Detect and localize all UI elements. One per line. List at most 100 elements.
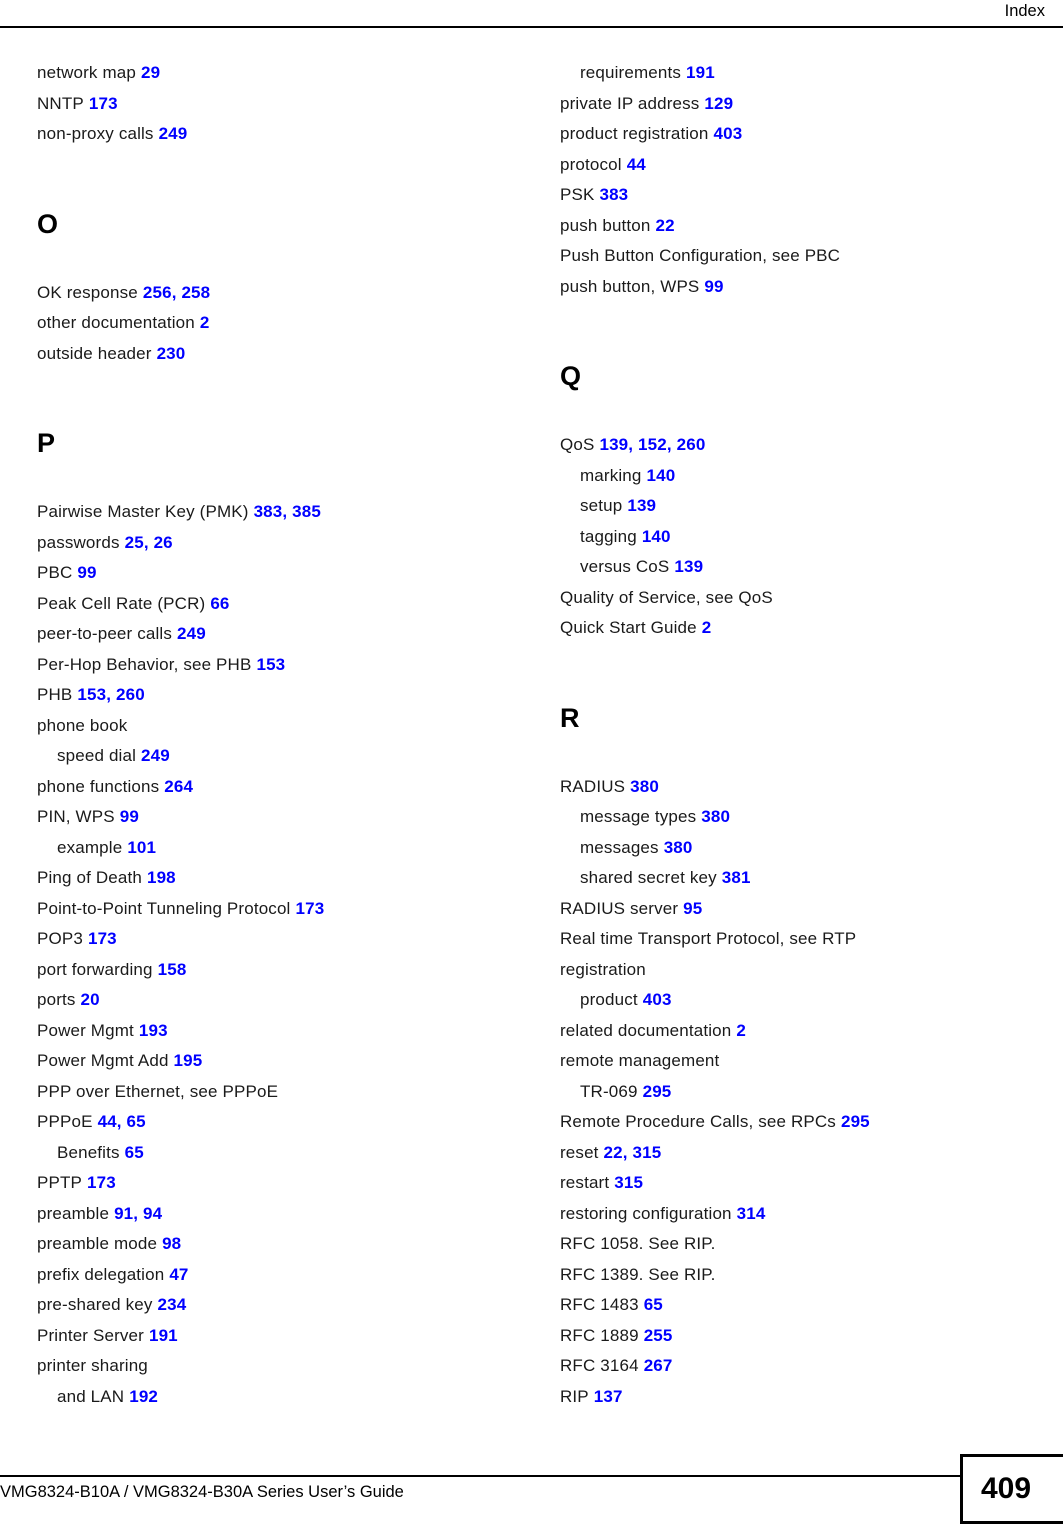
page-reference[interactable]: 385 bbox=[292, 502, 321, 521]
page-reference[interactable]: 191 bbox=[686, 63, 715, 82]
page-reference[interactable]: 264 bbox=[164, 777, 193, 796]
page-reference[interactable]: 255 bbox=[644, 1326, 673, 1345]
index-entry-pages[interactable]: 295 bbox=[643, 1082, 672, 1101]
index-entry-pages[interactable]: 44, 65 bbox=[98, 1112, 146, 1131]
page-reference[interactable]: 65 bbox=[644, 1295, 663, 1314]
page-reference[interactable]: 153 bbox=[77, 685, 106, 704]
page-reference[interactable]: 101 bbox=[127, 838, 156, 857]
index-entry-pages[interactable]: 380 bbox=[701, 807, 730, 826]
page-reference[interactable]: 230 bbox=[157, 344, 186, 363]
page-reference[interactable]: 99 bbox=[77, 563, 96, 582]
page-reference[interactable]: 260 bbox=[116, 685, 145, 704]
index-entry-pages[interactable]: 65 bbox=[644, 1295, 663, 1314]
page-reference[interactable]: 140 bbox=[642, 527, 671, 546]
index-entry-pages[interactable]: 256, 258 bbox=[143, 283, 210, 302]
index-entry-pages[interactable]: 139 bbox=[674, 557, 703, 576]
page-reference[interactable]: 383 bbox=[254, 502, 283, 521]
page-reference[interactable]: 295 bbox=[643, 1082, 672, 1101]
index-entry-pages[interactable]: 22, 315 bbox=[604, 1143, 662, 1162]
index-entry-pages[interactable]: 295 bbox=[841, 1112, 870, 1131]
page-reference[interactable]: 47 bbox=[169, 1265, 188, 1284]
page-reference[interactable]: 234 bbox=[158, 1295, 187, 1314]
index-entry-pages[interactable]: 140 bbox=[647, 466, 676, 485]
page-reference[interactable]: 22 bbox=[604, 1143, 623, 1162]
index-entry-pages[interactable]: 2 bbox=[702, 618, 712, 637]
index-entry-pages[interactable]: 91, 94 bbox=[114, 1204, 162, 1223]
index-entry-pages[interactable]: 47 bbox=[169, 1265, 188, 1284]
index-entry-pages[interactable]: 2 bbox=[200, 313, 210, 332]
page-reference[interactable]: 173 bbox=[295, 899, 324, 918]
index-entry-pages[interactable]: 95 bbox=[683, 899, 702, 918]
index-entry-pages[interactable]: 139 bbox=[627, 496, 656, 515]
page-reference[interactable]: 152 bbox=[638, 435, 667, 454]
page-reference[interactable]: 380 bbox=[701, 807, 730, 826]
index-entry-pages[interactable]: 101 bbox=[127, 838, 156, 857]
page-reference[interactable]: 94 bbox=[143, 1204, 162, 1223]
page-reference[interactable]: 20 bbox=[81, 990, 100, 1009]
index-entry-pages[interactable]: 153, 260 bbox=[77, 685, 144, 704]
index-entry-pages[interactable]: 99 bbox=[77, 563, 96, 582]
index-entry-pages[interactable]: 2 bbox=[736, 1021, 746, 1040]
page-reference[interactable]: 198 bbox=[147, 868, 176, 887]
index-entry-pages[interactable]: 66 bbox=[210, 594, 229, 613]
index-entry-pages[interactable]: 20 bbox=[81, 990, 100, 1009]
index-entry-pages[interactable]: 140 bbox=[642, 527, 671, 546]
index-entry-pages[interactable]: 264 bbox=[164, 777, 193, 796]
index-entry-pages[interactable]: 173 bbox=[88, 929, 117, 948]
index-entry-pages[interactable]: 195 bbox=[174, 1051, 203, 1070]
index-entry-pages[interactable]: 381 bbox=[722, 868, 751, 887]
page-reference[interactable]: 139 bbox=[674, 557, 703, 576]
page-reference[interactable]: 173 bbox=[88, 929, 117, 948]
page-reference[interactable]: 173 bbox=[87, 1173, 116, 1192]
page-reference[interactable]: 260 bbox=[677, 435, 706, 454]
index-entry-pages[interactable]: 25, 26 bbox=[125, 533, 173, 552]
index-entry-pages[interactable]: 249 bbox=[141, 746, 170, 765]
page-reference[interactable]: 140 bbox=[647, 466, 676, 485]
page-reference[interactable]: 173 bbox=[89, 94, 118, 113]
index-entry-pages[interactable]: 230 bbox=[157, 344, 186, 363]
index-entry-pages[interactable]: 383 bbox=[599, 185, 628, 204]
page-reference[interactable]: 29 bbox=[141, 63, 160, 82]
page-reference[interactable]: 99 bbox=[704, 277, 723, 296]
index-entry-pages[interactable]: 403 bbox=[714, 124, 743, 143]
page-reference[interactable]: 403 bbox=[643, 990, 672, 1009]
index-entry-pages[interactable]: 315 bbox=[614, 1173, 643, 1192]
page-reference[interactable]: 249 bbox=[141, 746, 170, 765]
page-reference[interactable]: 249 bbox=[177, 624, 206, 643]
page-reference[interactable]: 99 bbox=[120, 807, 139, 826]
index-entry-pages[interactable]: 403 bbox=[643, 990, 672, 1009]
page-reference[interactable]: 381 bbox=[722, 868, 751, 887]
page-reference[interactable]: 66 bbox=[210, 594, 229, 613]
page-reference[interactable]: 383 bbox=[599, 185, 628, 204]
index-entry-pages[interactable]: 249 bbox=[177, 624, 206, 643]
page-reference[interactable]: 129 bbox=[704, 94, 733, 113]
page-reference[interactable]: 44 bbox=[98, 1112, 117, 1131]
page-reference[interactable]: 315 bbox=[614, 1173, 643, 1192]
index-entry-pages[interactable]: 153 bbox=[256, 655, 285, 674]
page-reference[interactable]: 249 bbox=[159, 124, 188, 143]
page-reference[interactable]: 137 bbox=[594, 1387, 623, 1406]
index-entry-pages[interactable]: 158 bbox=[158, 960, 187, 979]
index-entry-pages[interactable]: 380 bbox=[664, 838, 693, 857]
page-reference[interactable]: 95 bbox=[683, 899, 702, 918]
index-entry-pages[interactable]: 383, 385 bbox=[254, 502, 321, 521]
page-reference[interactable]: 315 bbox=[633, 1143, 662, 1162]
index-entry-pages[interactable]: 173 bbox=[87, 1173, 116, 1192]
page-reference[interactable]: 380 bbox=[664, 838, 693, 857]
page-reference[interactable]: 65 bbox=[127, 1112, 146, 1131]
index-entry-pages[interactable]: 380 bbox=[630, 777, 659, 796]
index-entry-pages[interactable]: 192 bbox=[129, 1387, 158, 1406]
page-reference[interactable]: 258 bbox=[181, 283, 210, 302]
page-reference[interactable]: 380 bbox=[630, 777, 659, 796]
index-entry-pages[interactable]: 44 bbox=[627, 155, 646, 174]
index-entry-pages[interactable]: 191 bbox=[149, 1326, 178, 1345]
index-entry-pages[interactable]: 98 bbox=[162, 1234, 181, 1253]
page-reference[interactable]: 26 bbox=[154, 533, 173, 552]
index-entry-pages[interactable]: 99 bbox=[704, 277, 723, 296]
index-entry-pages[interactable]: 267 bbox=[644, 1356, 673, 1375]
page-reference[interactable]: 2 bbox=[702, 618, 712, 637]
index-entry-pages[interactable]: 29 bbox=[141, 63, 160, 82]
page-reference[interactable]: 2 bbox=[200, 313, 210, 332]
index-entry-pages[interactable]: 249 bbox=[159, 124, 188, 143]
page-reference[interactable]: 22 bbox=[656, 216, 675, 235]
